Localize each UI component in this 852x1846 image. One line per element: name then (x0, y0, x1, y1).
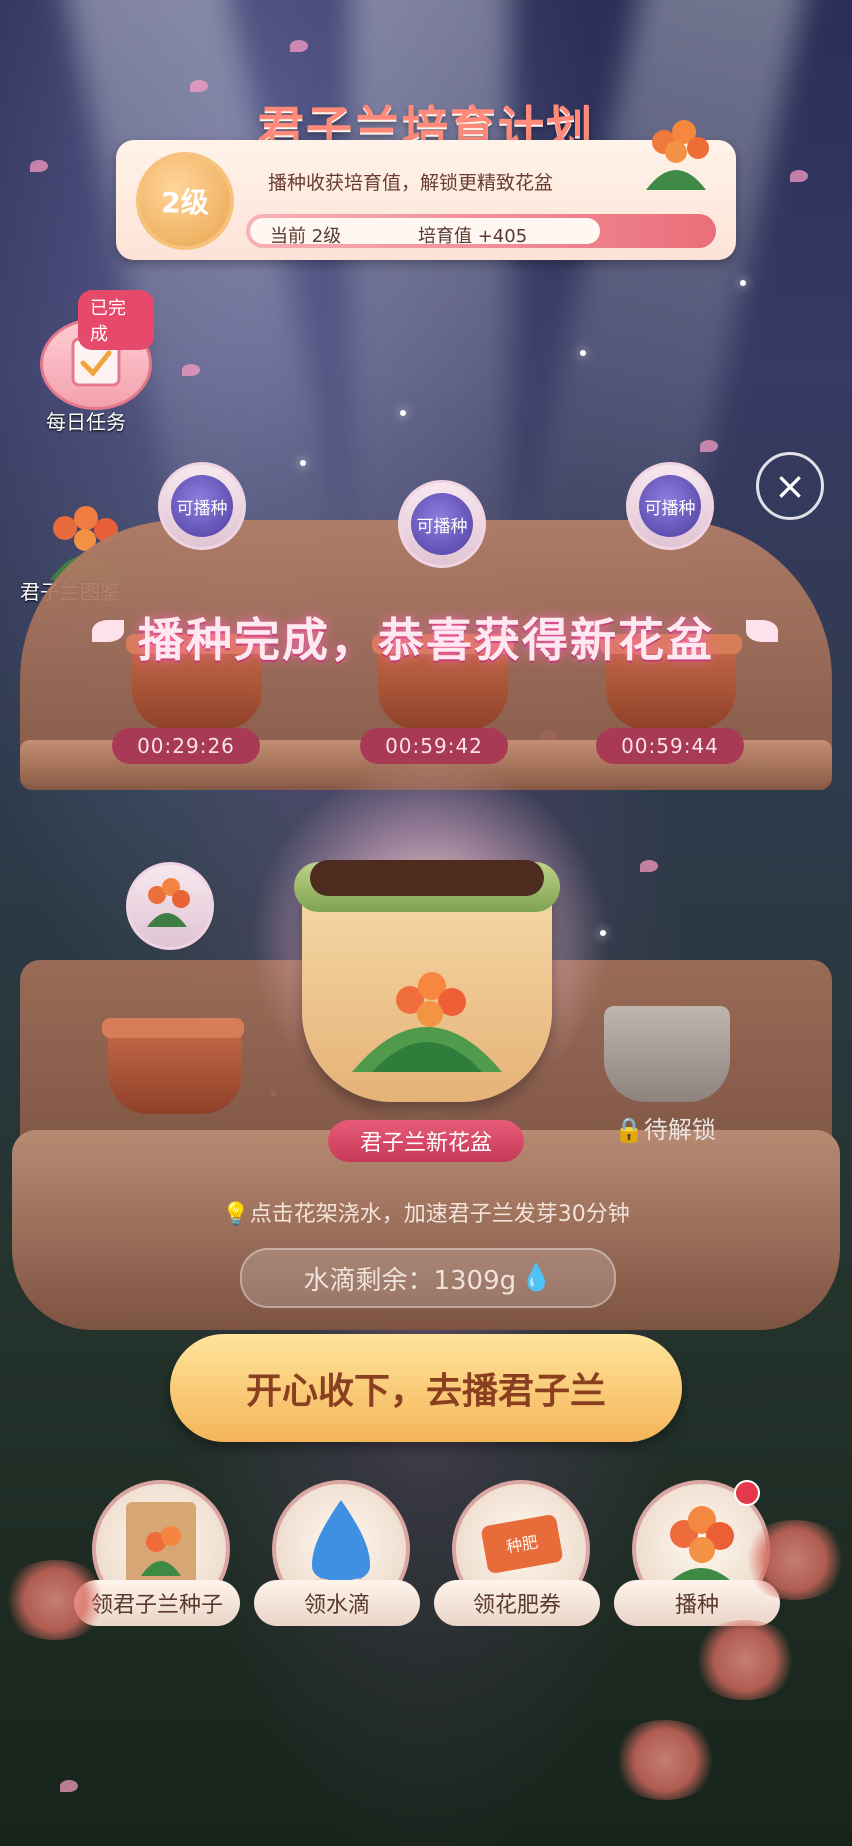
locked-text: 待解锁 (643, 1116, 716, 1144)
lock-icon: 🔒 (614, 1116, 644, 1144)
sparkle (300, 460, 306, 466)
plantable-bubble-label: 可播种 (171, 475, 233, 537)
progress-bar-fill: 当前 2级 培育值 +405 (250, 218, 600, 247)
petal-decoration (60, 1780, 78, 1792)
clivia-flower-icon (626, 110, 726, 200)
success-banner: 播种完成，恭喜获得新花盆 (138, 613, 714, 667)
plantable-bubble-label: 可播种 (639, 475, 701, 537)
action-label: 领水滴 (254, 1580, 420, 1626)
sparkle (740, 280, 746, 286)
pot-soil (310, 860, 544, 896)
locked-pot[interactable] (604, 1006, 730, 1102)
pot-rim (102, 1018, 244, 1038)
locked-label: 🔒待解锁 (614, 1110, 716, 1145)
action-fertilizer[interactable]: 种肥 领花肥券 (434, 1480, 600, 1630)
growth-timer: 00:29:26 (112, 728, 260, 764)
leaf-decoration (92, 620, 124, 642)
level-badge: 2级 (136, 152, 234, 250)
water-remaining: 水滴剩余：1309g 💧 (240, 1248, 616, 1308)
progress-value: 培育值 +405 (418, 226, 528, 247)
sparkle (400, 410, 406, 416)
garden-flower (690, 1620, 800, 1700)
clivia-flower-icon (147, 878, 190, 927)
flower-preview-bubble[interactable] (126, 862, 214, 950)
new-pot-label: 君子兰新花盆 (328, 1120, 524, 1162)
petal-decoration (190, 80, 208, 92)
plantable-bubble-label: 可播种 (411, 493, 473, 555)
petal-decoration (30, 160, 48, 172)
flower-pot[interactable] (102, 1018, 244, 1114)
plantable-bubble[interactable]: 可播种 (158, 462, 246, 550)
water-remaining-text: 水滴剩余：1309g (303, 1265, 517, 1296)
progress-bar: 当前 2级 培育值 +405 (246, 214, 716, 248)
growth-timer: 00:59:44 (596, 728, 744, 764)
accept-and-plant-button[interactable]: 开心收下，去播君子兰 (170, 1334, 682, 1442)
daily-task-button[interactable]: 已完成 每日任务 (34, 290, 154, 434)
leaf-decoration (746, 620, 778, 642)
garden-flower (740, 1520, 850, 1600)
plantable-bubble[interactable]: 可播种 (626, 462, 714, 550)
completed-badge: 已完成 (78, 290, 154, 350)
close-button[interactable]: × (756, 452, 824, 520)
pot-rim (294, 860, 560, 912)
clivia-flower-icon (352, 972, 502, 1072)
progress-description: 播种收获培育值，解锁更精致花盆 (268, 172, 554, 194)
notification-dot (734, 1480, 760, 1506)
petal-decoration (790, 170, 808, 182)
watering-hint-text: 点击花架浇水，加速君子兰发芽30分钟 (249, 1202, 630, 1227)
close-icon: × (774, 464, 806, 508)
progress-current-level: 当前 2级 (270, 226, 342, 247)
daily-task-label: 每日任务 (46, 410, 126, 434)
new-flower-pot (294, 860, 560, 1102)
petal-decoration (700, 440, 718, 452)
water-drop-icon: 💧 (520, 1263, 553, 1293)
action-label: 领花肥券 (434, 1580, 600, 1626)
petal-decoration (182, 364, 200, 376)
sparkle (580, 350, 586, 356)
growth-timer: 00:59:42 (360, 728, 508, 764)
petal-decoration (290, 40, 308, 52)
petal-decoration (640, 860, 658, 872)
watering-hint: 💡点击花架浇水，加速君子兰发芽30分钟 (0, 1196, 852, 1228)
garden-flower (610, 1720, 720, 1800)
progress-card: 2级 播种收获培育值，解锁更精致花盆 当前 2级 培育值 +405 (116, 120, 736, 260)
plantable-bubble[interactable]: 可播种 (398, 480, 486, 568)
lightbulb-icon: 💡 (222, 1202, 250, 1227)
garden-flower (0, 1560, 110, 1640)
action-water[interactable]: 领水滴 (254, 1480, 420, 1630)
